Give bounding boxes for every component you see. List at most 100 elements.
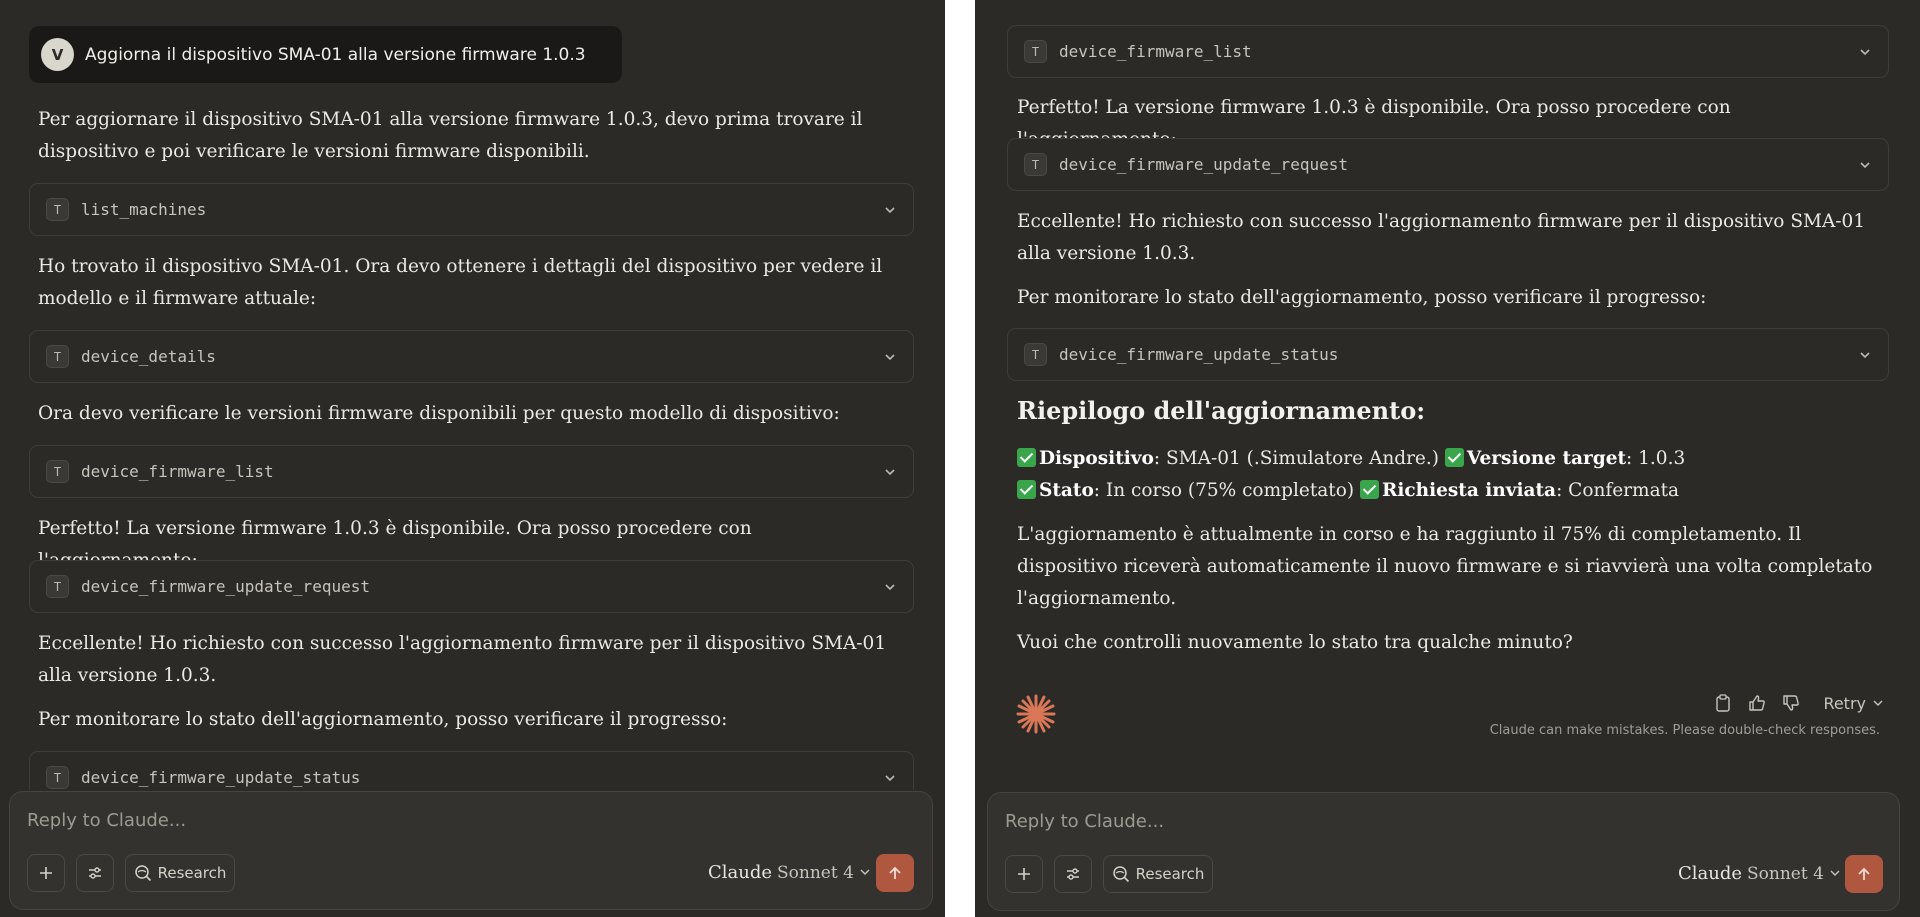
research-button[interactable]: Research <box>125 854 235 892</box>
tool-icon: T <box>46 766 69 789</box>
summary-value: : SMA-01 (.Simulatore Andre.) <box>1153 448 1439 469</box>
tool-name: device_firmware_update_request <box>81 577 370 596</box>
research-label: Research <box>157 864 227 882</box>
copy-button[interactable] <box>1713 693 1733 713</box>
research-label: Research <box>1135 865 1205 883</box>
model-brand: Claude <box>708 862 773 883</box>
check-icon <box>1359 480 1379 499</box>
search-globe-icon <box>134 865 151 882</box>
research-button[interactable]: Research <box>1103 855 1213 893</box>
tool-icon: T <box>46 198 69 221</box>
chevron-down-icon <box>885 775 895 782</box>
check-icon <box>1444 448 1464 467</box>
tool-icon: T <box>1024 343 1047 366</box>
chat-panel-right: T device_firmware_list Perfetto! La vers… <box>975 0 1920 917</box>
summary-value: : In corso (75% completato) <box>1093 480 1355 501</box>
assistant-paragraph: Per aggiornare il dispositivo SMA-01 all… <box>38 109 863 162</box>
reply-input[interactable] <box>27 810 727 831</box>
tool-name: device_firmware_update_status <box>1059 345 1339 364</box>
tool-name: device_firmware_update_status <box>81 768 361 787</box>
sliders-icon <box>89 867 101 879</box>
model-selector[interactable]: Claude Sonnet 4 <box>708 862 871 883</box>
retry-label: Retry <box>1823 693 1866 713</box>
message-actions: Retry <box>1713 690 1884 716</box>
tool-name: device_firmware_update_request <box>1059 155 1348 174</box>
chevron-down-icon <box>1860 49 1870 56</box>
tool-call-device-firmware-update-status[interactable]: T device_firmware_update_status <box>1007 328 1889 381</box>
plus-icon <box>40 867 52 879</box>
summary-line-2: Stato: In corso (75% completato) Richies… <box>1017 475 1877 507</box>
summary-label: Versione target <box>1466 448 1627 469</box>
summary-line-1: Dispositivo: SMA-01 (.Simulatore Andre.)… <box>1017 443 1877 475</box>
chat-panel-left: V Aggiorna il dispositivo SMA-01 alla ve… <box>0 0 945 917</box>
conversation-area: V Aggiorna il dispositivo SMA-01 alla ve… <box>0 0 945 790</box>
model-brand: Claude <box>1678 863 1743 884</box>
chevron-down-icon <box>1860 162 1870 169</box>
claude-spark-icon <box>1016 694 1056 734</box>
tools-button[interactable] <box>76 854 114 892</box>
search-globe-icon <box>1112 866 1129 883</box>
tool-name: device_firmware_list <box>81 462 274 481</box>
disclaimer-text: Claude can make mistakes. Please double-… <box>1489 723 1880 738</box>
user-message-text: Aggiorna il dispositivo SMA-01 alla vers… <box>85 44 586 65</box>
model-selector[interactable]: Claude Sonnet 4 <box>1678 863 1841 884</box>
chevron-down-icon <box>860 869 870 875</box>
arrow-up-icon <box>889 866 901 879</box>
chevron-down-icon <box>1830 870 1840 876</box>
tool-call-device-firmware-list[interactable]: T device_firmware_list <box>1007 25 1889 78</box>
user-avatar: V <box>41 38 74 71</box>
add-attachment-button[interactable] <box>27 854 65 892</box>
retry-button[interactable]: Retry <box>1823 694 1884 713</box>
assistant-paragraph: Per monitorare lo stato dell'aggiornamen… <box>1017 287 1707 308</box>
conversation-area: T device_firmware_list Perfetto! La vers… <box>975 0 1920 790</box>
summary-value: : Confermata <box>1556 480 1680 501</box>
thumbs-down-button[interactable] <box>1781 693 1801 713</box>
check-icon <box>1017 448 1036 467</box>
add-attachment-button[interactable] <box>1005 855 1043 893</box>
arrow-up-icon <box>1858 867 1870 880</box>
tool-call-device-firmware-update-request[interactable]: T device_firmware_update_request <box>29 560 914 613</box>
tool-icon: T <box>46 460 69 483</box>
model-name: Sonnet 4 <box>1747 864 1824 884</box>
assistant-paragraph: L'aggiornamento è attualmente in corso e… <box>1017 524 1873 609</box>
chevron-down-icon <box>885 354 895 361</box>
tool-call-device-details[interactable]: T device_details <box>29 330 914 383</box>
copy-icon <box>1716 694 1731 712</box>
thumbs-up-icon <box>1749 695 1766 711</box>
tool-icon: T <box>46 575 69 598</box>
chevron-down-icon <box>1873 700 1883 706</box>
tool-call-device-firmware-update-status[interactable]: T device_firmware_update_status <box>29 751 914 790</box>
tool-call-list-machines[interactable]: T list_machines <box>29 183 914 236</box>
assistant-paragraph: Ora devo verificare le versioni firmware… <box>38 403 840 424</box>
summary-heading: Riepilogo dell'aggiornamento: <box>1017 396 1426 425</box>
thumbs-down-icon <box>1783 695 1800 711</box>
chevron-down-icon <box>885 207 895 214</box>
assistant-paragraph: Vuoi che controlli nuovamente lo stato t… <box>1017 632 1573 653</box>
summary-label: Dispositivo <box>1039 448 1154 469</box>
check-icon <box>1017 480 1036 499</box>
chevron-down-icon <box>1860 352 1870 359</box>
summary-label: Stato <box>1039 480 1094 501</box>
summary-value: : 1.0.3 <box>1626 448 1686 469</box>
summary-label: Richiesta inviata <box>1381 480 1557 501</box>
tool-call-device-firmware-list[interactable]: T device_firmware_list <box>29 445 914 498</box>
chevron-down-icon <box>885 584 895 591</box>
tool-name: device_details <box>81 347 216 366</box>
thumbs-up-button[interactable] <box>1747 693 1767 713</box>
tool-name: list_machines <box>81 200 207 219</box>
tool-icon: T <box>46 345 69 368</box>
tool-icon: T <box>1024 153 1047 176</box>
tool-icon: T <box>1024 40 1047 63</box>
assistant-paragraph: Eccellente! Ho richiesto con successo l'… <box>38 633 887 686</box>
assistant-paragraph: Eccellente! Ho richiesto con successo l'… <box>1017 211 1866 264</box>
reply-composer: Research Claude Sonnet 4 <box>987 792 1900 911</box>
reply-input[interactable] <box>1005 811 1705 832</box>
send-button[interactable] <box>876 854 914 892</box>
send-button[interactable] <box>1845 855 1883 893</box>
assistant-paragraph: Ho trovato il dispositivo SMA-01. Ora de… <box>38 256 883 309</box>
user-message: V Aggiorna il dispositivo SMA-01 alla ve… <box>29 26 622 83</box>
tool-call-device-firmware-update-request[interactable]: T device_firmware_update_request <box>1007 138 1889 191</box>
plus-icon <box>1018 868 1030 880</box>
tools-button[interactable] <box>1054 855 1092 893</box>
reply-composer: Research Claude Sonnet 4 <box>9 791 933 910</box>
